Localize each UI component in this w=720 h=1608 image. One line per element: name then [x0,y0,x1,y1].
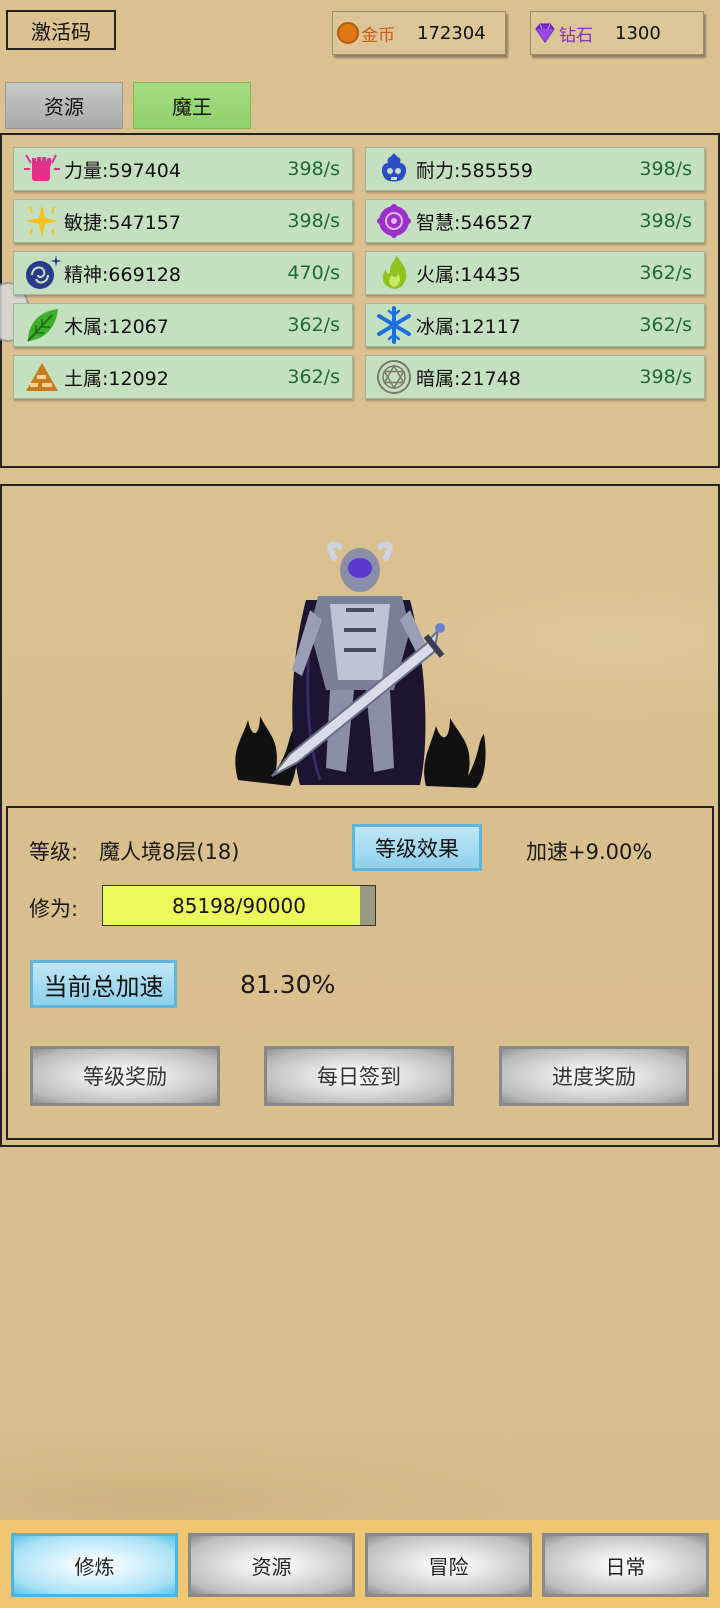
diamond-label: 钻石 [559,25,593,46]
fire-icon [382,255,407,289]
coin-icon [337,22,359,44]
fist-icon [24,154,60,181]
level-value: 魔人境8层(18) [99,840,240,864]
leaf-icon [27,309,58,342]
stat-rate: 398/s [287,158,340,180]
nav-adventure[interactable]: 冒险 [365,1533,532,1597]
diamond-value: 1300 [615,22,661,44]
diamond-counter: 钻石 1300 [530,11,704,55]
stat-label: 智慧:546527 [416,211,533,234]
nav-daily[interactable]: 日常 [542,1533,709,1597]
level-label: 等级: [29,840,79,864]
stat-rate: 362/s [287,314,340,336]
stat-rate: 398/s [639,366,692,388]
total-speed-button[interactable]: 当前总加速 [30,960,177,1008]
gold-value: 172304 [417,22,486,44]
progress-reward-button[interactable]: 进度奖励 [499,1046,689,1106]
daily-checkin-button[interactable]: 每日签到 [264,1046,454,1106]
earth-icon [26,363,58,391]
stat-rate: 362/s [639,262,692,284]
stat-wood: 木属:12067 362/s [13,303,353,347]
nav-cultivate[interactable]: 修炼 [11,1533,178,1597]
activation-code-button[interactable]: 激活码 [6,10,116,50]
stat-stamina: 耐力:585559 398/s [365,147,705,191]
demon-king-character [235,541,486,788]
cultivation-label: 修为: [29,897,79,921]
stat-spirit: 精神:669128 470/s [13,251,353,295]
stat-label: 火属:14435 [416,263,521,286]
gold-counter: 金币 172304 [332,11,506,55]
sparkle-icon [26,205,58,237]
diamond-icon [535,23,555,43]
stat-label: 耐力:585559 [416,159,533,182]
stat-earth: 土属:12092 362/s [13,355,353,399]
stat-rate: 362/s [639,314,692,336]
stat-rate: 398/s [639,158,692,180]
stat-rate: 362/s [287,366,340,388]
speed-bonus: 加速+9.00% [526,840,653,864]
dark-icon [377,360,411,394]
progress-text: 85198/90000 [172,893,306,918]
stat-label: 冰属:12117 [416,315,521,338]
stat-wisdom: 智慧:546527 398/s [365,199,705,243]
stat-ice: 冰属:12117 362/s [365,303,705,347]
cultivation-progress-bar: 85198/90000 [102,885,376,926]
stat-label: 木属:12067 [64,315,169,338]
snowflake-icon [377,306,411,344]
stat-fire: 火属:14435 362/s [365,251,705,295]
stat-dark: 暗属:21748 398/s [365,355,705,399]
stat-label: 精神:669128 [64,263,181,286]
stat-label: 力量:597404 [64,159,181,182]
gold-label: 金币 [361,25,395,46]
spirit-icon [26,255,62,289]
skull-icon [381,153,407,182]
tab-resources[interactable]: 资源 [5,82,123,129]
nav-resources[interactable]: 资源 [188,1533,355,1597]
level-effect-button[interactable]: 等级效果 [352,824,482,871]
stat-rate: 398/s [287,210,340,232]
tab-demon-king[interactable]: 魔王 [133,82,251,129]
wisdom-icon [377,204,411,238]
stat-label: 敏捷:547157 [64,211,181,234]
stat-rate: 470/s [287,262,340,284]
stat-label: 暗属:21748 [416,367,521,390]
stat-strength: 力量:597404 398/s [13,147,353,191]
level-reward-button[interactable]: 等级奖励 [30,1046,220,1106]
total-speed-value: 81.30% [240,970,336,999]
stat-label: 土属:12092 [64,367,169,390]
stat-agility: 敏捷:547157 398/s [13,199,353,243]
stat-rate: 398/s [639,210,692,232]
